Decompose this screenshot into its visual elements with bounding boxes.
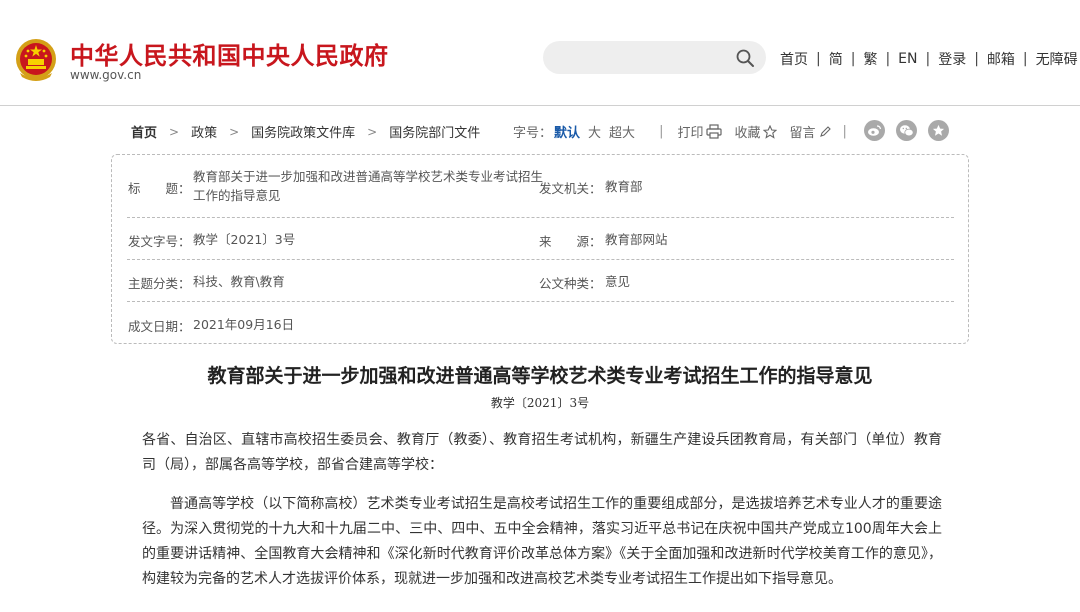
nav-english[interactable]: EN [898,51,917,67]
weibo-icon[interactable] [864,120,885,141]
comment-button[interactable]: 留言 [789,122,831,141]
metadata-row: 发文字号： 教学〔2021〕3号 来 源： 教育部网站 [127,218,954,260]
nav-separator: | [850,51,856,67]
nav-login[interactable]: 登录 [938,49,966,69]
addressees-paragraph: 各省、自治区、直辖市高校招生委员会、教育厅（教委）、教育招生考试机构，新疆生产建… [142,432,942,473]
document-number: 教学〔2021〕3号 [490,396,590,410]
article-toolbar: 字号： 默认 大 超大 | 打印 收藏 留言 | [513,122,847,141]
wechat-icon[interactable] [896,120,917,141]
font-size-xlarge[interactable]: 超大 [609,122,635,141]
nav-accessibility[interactable]: 无障碍 [1036,49,1078,69]
star-icon [763,124,778,139]
date-value: 2021年09月16日 [193,317,295,332]
star-share-icon[interactable] [928,120,949,141]
font-size-label: 字号： [513,126,553,141]
site-url: www.gov.cn [70,68,142,82]
breadcrumb-home[interactable]: 首页 [131,122,157,141]
doc-type-value: 意见 [605,274,631,289]
doc-number-value: 教学〔2021〕3号 [193,232,296,247]
nav-mailbox[interactable]: 邮箱 [987,49,1015,69]
chevron-right-icon: > [367,124,378,139]
print-button[interactable]: 打印 [677,122,723,141]
comment-label: 留言 [789,126,816,141]
wechat-glyph [900,125,914,137]
title-label: 标 题： [128,181,191,196]
doc-number-label: 发文字号： [128,234,191,249]
nav-separator: | [816,51,821,67]
star-glyph [932,124,945,136]
search-icon[interactable] [735,48,755,68]
breadcrumb-department-docs[interactable]: 国务院部门文件 [389,122,480,141]
metadata-row: 标 题： 教育部关于进一步加强和改进普通高等学校艺术类专业考试招生工作的指导意见… [127,155,954,218]
source-value: 教育部网站 [605,232,668,247]
category-label: 主题分类： [128,276,191,291]
metadata-row: 主题分类： 科技、教育\教育 公文种类： 意见 [127,260,954,302]
body-paragraph: 普通高等学校（以下简称高校）艺术类专业考试招生是高校考试招生工作的重要组成部分，… [142,496,942,587]
issuer-label: 发文机关： [539,181,602,196]
site-header: 中华人民共和国中央人民政府 www.gov.cn 首页 | 简 | 繁 | EN… [0,0,1080,106]
toolbar-divider: | [842,124,847,139]
nav-home[interactable]: 首页 [780,49,808,69]
favorite-button[interactable]: 收藏 [734,122,778,141]
breadcrumb-policy-library[interactable]: 国务院政策文件库 [251,122,355,141]
search-input[interactable] [543,41,766,74]
toolbar-divider: | [659,124,664,139]
breadcrumb-policy[interactable]: 政策 [191,122,217,141]
source-label: 来 源： [539,234,602,249]
printer-icon [706,124,723,139]
pencil-icon [819,125,831,137]
chevron-right-icon: > [229,124,240,139]
font-size-default[interactable]: 默认 [554,122,580,141]
nav-separator: | [1022,51,1028,67]
nav-simplified[interactable]: 简 [829,49,843,69]
nav-separator: | [885,51,891,67]
print-label: 打印 [677,126,704,141]
nav-traditional[interactable]: 繁 [863,49,877,69]
favorite-label: 收藏 [734,126,761,141]
font-size-large[interactable]: 大 [588,122,601,141]
metadata-row: 成文日期： 2021年09月16日 [127,302,954,344]
site-title[interactable]: 中华人民共和国中央人民政府 [70,36,389,71]
date-label: 成文日期： [128,319,191,334]
document-title: 教育部关于进一步加强和改进普通高等学校艺术类专业考试招生工作的指导意见 [207,365,873,387]
national-emblem-icon[interactable] [14,37,58,83]
nav-separator: | [925,51,931,67]
issuer-value: 教育部 [605,179,643,194]
breadcrumb: 首页 > 政策 > 国务院政策文件库 > 国务院部门文件 [131,122,480,142]
category-value: 科技、教育\教育 [193,274,285,289]
title-value: 教育部关于进一步加强和改进普通高等学校艺术类专业考试招生工作的指导意见 [193,169,544,203]
chevron-right-icon: > [169,124,180,139]
document-metadata: 标 题： 教育部关于进一步加强和改进普通高等学校艺术类专业考试招生工作的指导意见… [111,154,969,344]
weibo-glyph [868,125,882,136]
doc-type-label: 公文种类： [539,276,602,291]
top-nav: 首页 | 简 | 繁 | EN | 登录 | 邮箱 | 无障碍 [780,49,1078,69]
nav-separator: | [974,51,979,67]
